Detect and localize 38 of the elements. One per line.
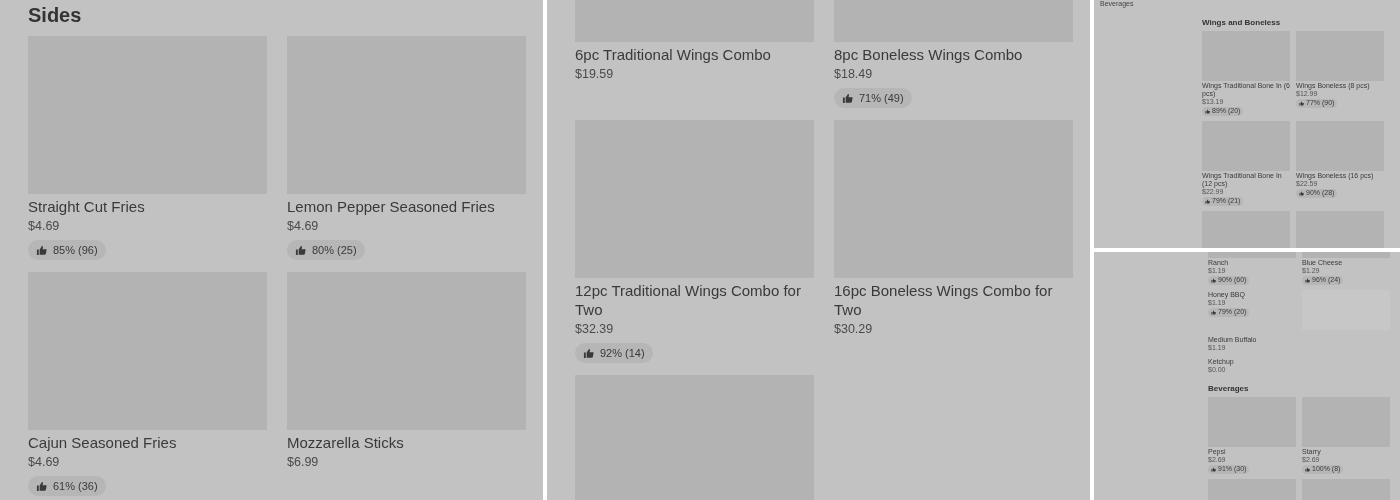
rating-text: 80% (25)	[312, 242, 357, 258]
rating-text: 92% (14)	[600, 345, 645, 361]
item-price: $4.69	[287, 218, 319, 234]
item-name[interactable]: Straight Cut Fries	[28, 197, 145, 216]
item-name[interactable]: Cajun Seasoned Fries	[28, 433, 177, 452]
item-price: $30.29	[834, 321, 873, 337]
rating-text: 85% (96)	[53, 242, 98, 258]
thumbs-up-icon	[583, 347, 594, 359]
thumbs-up-icon	[1211, 278, 1216, 283]
item-price: $19.59	[575, 66, 614, 82]
thumbs-up-icon	[1205, 199, 1210, 204]
item-name[interactable]: Lemon Pepper Seasoned Fries	[287, 197, 495, 216]
thumbs-up-icon	[1205, 109, 1210, 114]
item-name[interactable]: 6pc Traditional Wings Combo	[575, 45, 771, 64]
item-name[interactable]: 16pc Boneless Wings Combo for Two	[834, 281, 1073, 319]
thumbs-up-icon	[295, 244, 306, 256]
thumbs-up-icon	[842, 92, 853, 104]
item-price: $32.39	[575, 321, 614, 337]
rating-text: 61% (36)	[53, 478, 98, 494]
thumbs-up-icon	[1299, 191, 1304, 196]
item-name[interactable]: 8pc Boneless Wings Combo	[834, 45, 1023, 64]
rating-text: 71% (49)	[859, 90, 904, 106]
thumbs-up-icon	[1305, 467, 1310, 472]
item-price: $4.69	[28, 454, 60, 470]
thumbs-up-icon	[36, 244, 47, 256]
thumbs-up-icon	[1299, 101, 1304, 106]
item-name[interactable]: Mozzarella Sticks	[287, 433, 404, 452]
thumbs-up-icon	[1211, 310, 1216, 315]
thumbs-up-icon	[36, 480, 47, 492]
item-price: $4.69	[28, 218, 60, 234]
section-heading: Beverages	[1208, 384, 1250, 394]
item-price: $6.99	[287, 454, 319, 470]
thumbs-up-icon	[1305, 278, 1310, 283]
section-heading: Sides	[28, 3, 83, 28]
item-name[interactable]: 12pc Traditional Wings Combo for Two	[575, 281, 814, 319]
section-heading: Wings and Boneless	[1202, 18, 1282, 28]
thumbs-up-icon	[1211, 467, 1216, 472]
item-price: $18.49	[834, 66, 873, 82]
